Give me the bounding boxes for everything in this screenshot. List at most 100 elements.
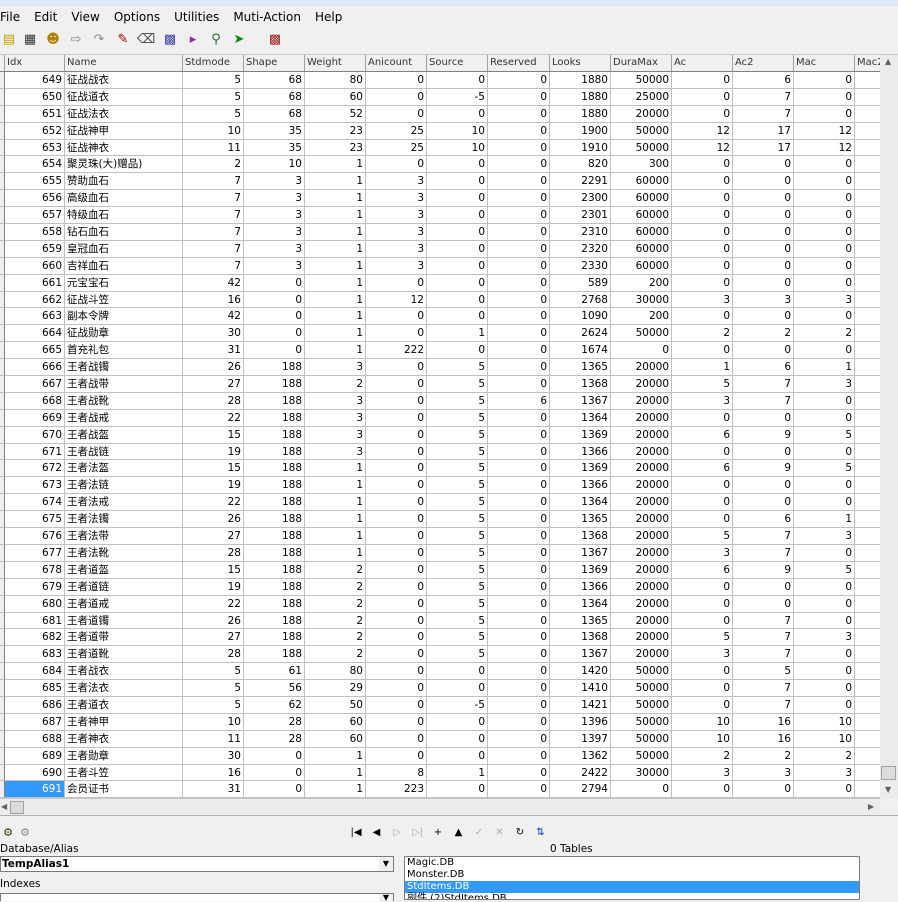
table-row[interactable]: 672 王者法盔 15 188 1 0 5 0 1369 20000 6 9 5 [0,460,880,478]
cell-weight[interactable]: 1 [305,190,366,208]
cell-source[interactable]: 0 [427,342,488,360]
cell-ac[interactable]: 12 [672,139,733,157]
cell-weight[interactable]: 1 [305,494,366,512]
cell-anicount[interactable]: 0 [366,528,427,545]
cell-idx[interactable]: 652 [5,122,65,140]
cell-shape[interactable]: 3 [244,240,305,258]
cancel-edit-icon[interactable]: ✕ [493,826,507,840]
cell-weight[interactable]: 1 [305,173,366,191]
cell-ac2[interactable]: 3 [733,764,794,782]
cell-looks[interactable]: 2624 [550,325,611,343]
cell-ac[interactable]: 10 [672,730,733,748]
insert-record-icon[interactable]: + [431,826,445,840]
cell-duramax[interactable]: 20000 [611,612,672,630]
cell-weight[interactable]: 1 [305,544,366,562]
table-icon[interactable]: ▦ [21,31,39,49]
cell-shape[interactable]: 0 [244,325,305,343]
cell-looks[interactable]: 2301 [550,207,611,225]
users-icon[interactable]: ☻ [44,31,62,49]
cell-shape[interactable]: 188 [244,578,305,596]
cell-source[interactable]: 5 [427,544,488,562]
cell-ac[interactable]: 0 [672,156,733,174]
cell-duramax[interactable]: 20000 [611,376,672,393]
cell-weight[interactable]: 1 [305,224,366,241]
cell-ac[interactable]: 5 [672,528,733,545]
cell-ac2[interactable]: 7 [733,629,794,647]
cell-shape[interactable]: 68 [244,88,305,106]
cell-duramax[interactable]: 60000 [611,173,672,191]
cell-mac[interactable]: 0 [794,578,855,596]
cell-duramax[interactable]: 20000 [611,494,672,512]
cell-ac2[interactable]: 0 [733,494,794,512]
scroll-right-icon[interactable]: ▶ [868,802,874,811]
cell-ac2[interactable]: 0 [733,595,794,613]
cell-ac2[interactable]: 7 [733,612,794,630]
cell-name[interactable]: 王者神甲 [65,713,183,731]
cell-reserved[interactable]: 0 [488,325,550,343]
cell-ac[interactable]: 0 [672,578,733,596]
cell-idx[interactable]: 676 [5,528,65,545]
cell-mac2[interactable] [855,224,880,241]
card-icon[interactable]: ▩ [266,31,284,49]
cell-duramax[interactable]: 0 [611,781,672,798]
cell-weight[interactable]: 29 [305,680,366,697]
cell-duramax[interactable]: 50000 [611,325,672,343]
cell-reserved[interactable]: 0 [488,426,550,444]
cell-source[interactable]: 0 [427,240,488,258]
cell-mac[interactable]: 0 [794,274,855,292]
cell-ac[interactable]: 0 [672,443,733,461]
cell-stdmode[interactable]: 22 [183,595,244,613]
table-row[interactable]: 673 王者法链 19 188 1 0 5 0 1366 20000 0 0 0 [0,477,880,495]
cell-shape[interactable]: 62 [244,696,305,714]
cell-stdmode[interactable]: 15 [183,561,244,579]
menu-help[interactable]: Help [308,6,349,28]
prior-record-icon[interactable]: ◀ [370,826,384,840]
cell-weight[interactable]: 2 [305,595,366,613]
cell-looks[interactable]: 1090 [550,308,611,326]
cell-mac2[interactable] [855,545,880,562]
cell-name[interactable]: 王者道盔 [65,561,183,579]
cell-looks[interactable]: 1368 [550,528,611,545]
cell-reserved[interactable]: 6 [488,392,550,410]
cell-reserved[interactable]: 0 [488,443,550,461]
cell-mac[interactable]: 0 [794,392,855,410]
cell-looks[interactable]: 589 [550,274,611,292]
cell-ac2[interactable]: 7 [733,376,794,393]
column-header-looks[interactable]: Looks [550,55,611,71]
cell-mac2[interactable] [855,477,880,495]
cell-stdmode[interactable]: 27 [183,376,244,393]
cell-name[interactable]: 王者战戒 [65,409,183,427]
cell-duramax[interactable]: 20000 [611,409,672,427]
cell-anicount[interactable]: 0 [366,359,427,377]
table-row[interactable]: 665 首充礼包 31 0 1 222 0 0 1674 0 0 0 0 [0,342,880,360]
vertical-scroll-thumb[interactable] [881,766,896,780]
cell-idx[interactable]: 655 [5,173,65,191]
cell-duramax[interactable]: 0 [611,342,672,360]
cell-stdmode[interactable]: 7 [183,257,244,275]
cell-reserved[interactable]: 0 [488,207,550,225]
horizontal-scroll-thumb[interactable] [10,801,24,814]
cell-anicount[interactable]: 0 [366,696,427,714]
cell-duramax[interactable]: 50000 [611,680,672,697]
cell-name[interactable]: 副本令牌 [65,308,183,326]
cell-idx[interactable]: 669 [5,409,65,427]
cell-reserved[interactable]: 0 [488,663,550,681]
cell-name[interactable]: 王者神衣 [65,730,183,748]
cell-reserved[interactable]: 0 [488,460,550,478]
cell-ac2[interactable]: 0 [733,274,794,292]
menu-muti-action[interactable]: Muti-Action [226,6,308,28]
cell-mac2[interactable] [855,494,880,512]
cell-name[interactable]: 王者法链 [65,477,183,495]
cell-weight[interactable]: 3 [305,359,366,377]
cell-mac2[interactable] [855,275,880,292]
cell-duramax[interactable]: 50000 [611,72,672,89]
cell-stdmode[interactable]: 28 [183,646,244,664]
cell-idx[interactable]: 657 [5,207,65,225]
cell-mac2[interactable] [855,393,880,410]
cell-duramax[interactable]: 50000 [611,713,672,731]
cell-idx[interactable]: 649 [5,72,65,89]
cell-ac[interactable]: 0 [672,308,733,326]
cell-duramax[interactable]: 20000 [611,392,672,410]
table-list-item[interactable]: StdItems.DB [405,881,859,893]
cell-stdmode[interactable]: 26 [183,612,244,630]
